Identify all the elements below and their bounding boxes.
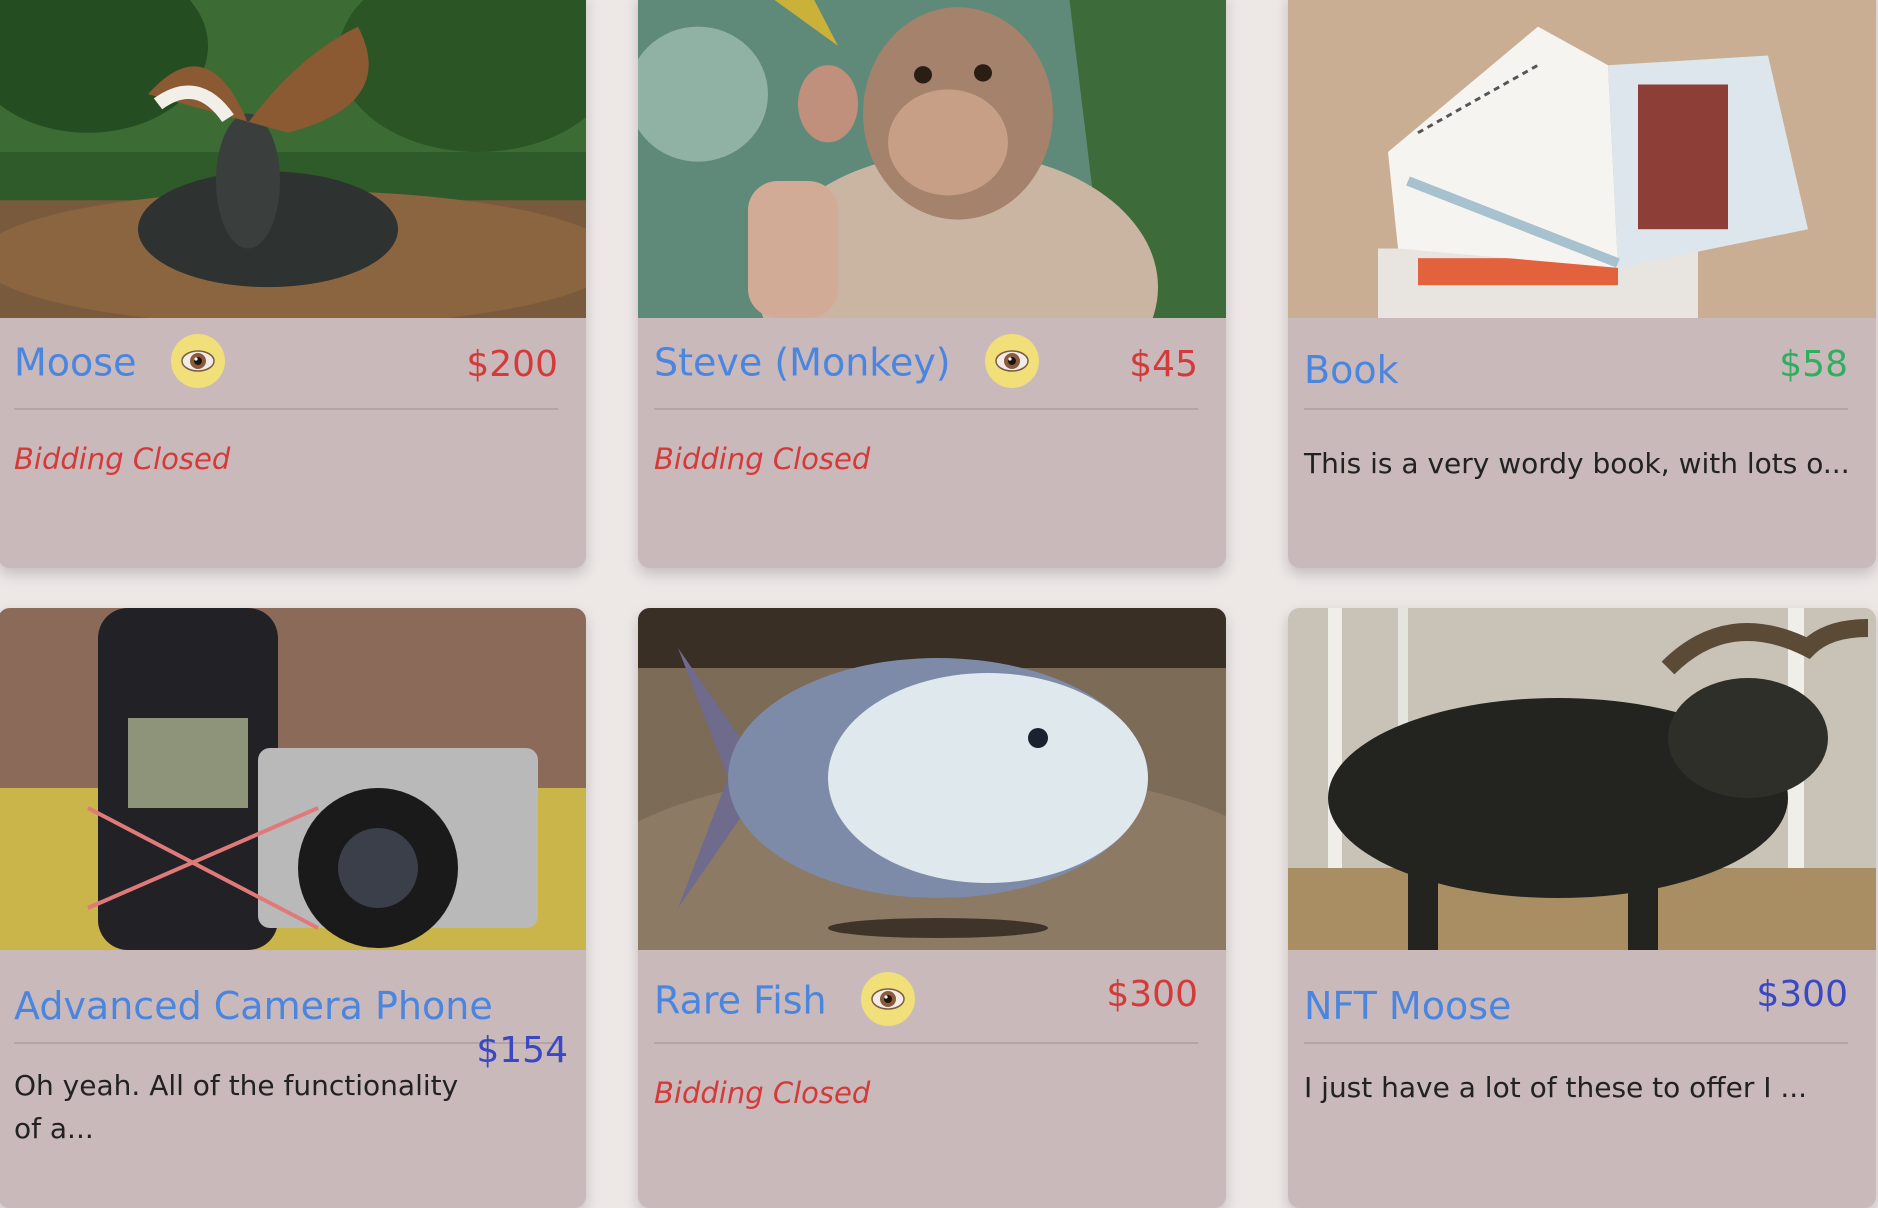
listing-price: $300	[1106, 974, 1198, 1015]
listing-description: I just have a lot of these to offer I ..…	[1304, 1071, 1808, 1104]
listing-title[interactable]: Rare Fish	[654, 972, 915, 1030]
listing-card[interactable]: Steve (Monkey) $45 Bidding Closed	[638, 0, 1226, 568]
listing-price: $58	[1779, 344, 1848, 385]
book-photo[interactable]	[1288, 0, 1876, 318]
listing-title[interactable]: Book	[1304, 348, 1399, 392]
watching-eye-icon	[170, 334, 225, 388]
listing-description: Oh yeah. All of the functionality of a..…	[14, 1064, 568, 1150]
watching-eye-icon	[984, 334, 1039, 388]
moose-photo[interactable]	[0, 0, 586, 318]
watching-eye-icon	[860, 972, 915, 1026]
listing-price: $154	[476, 1030, 568, 1071]
camera-phone-photo[interactable]	[0, 608, 586, 950]
fish-photo[interactable]	[638, 608, 1226, 950]
listing-price: $300	[1756, 974, 1848, 1015]
listing-title-text[interactable]: Rare Fish	[654, 979, 827, 1023]
listing-card[interactable]: Book $58 This is a very wordy book, with…	[1288, 0, 1876, 568]
listing-title-text[interactable]: Steve (Monkey)	[654, 341, 951, 385]
listing-card[interactable]: Advanced Camera Phone $154 Oh yeah. All …	[0, 608, 586, 1208]
listing-title[interactable]: NFT Moose	[1304, 984, 1511, 1028]
nft-moose-photo[interactable]	[1288, 608, 1876, 950]
listing-price: $200	[466, 344, 558, 385]
listing-price: $45	[1129, 344, 1198, 385]
listing-description: This is a very wordy book, with lots o..…	[1304, 447, 1850, 480]
listing-card[interactable]: NFT Moose $300 I just have a lot of thes…	[1288, 608, 1876, 1208]
listing-title[interactable]: Moose	[14, 334, 225, 392]
listing-title[interactable]: Steve (Monkey)	[654, 334, 1039, 392]
bidding-status: Bidding Closed	[654, 1076, 871, 1110]
listing-title-text[interactable]: Moose	[14, 341, 136, 385]
listing-title[interactable]: Advanced Camera Phone	[14, 984, 493, 1028]
bidding-status: Bidding Closed	[654, 442, 871, 476]
listing-card[interactable]: Moose $200 Bidding Closed	[0, 0, 586, 568]
monkey-photo[interactable]	[638, 0, 1226, 318]
bidding-status: Bidding Closed	[14, 442, 231, 476]
listing-description-line: of a...	[14, 1112, 94, 1145]
listing-card[interactable]: Rare Fish $300 Bidding Closed	[638, 608, 1226, 1208]
